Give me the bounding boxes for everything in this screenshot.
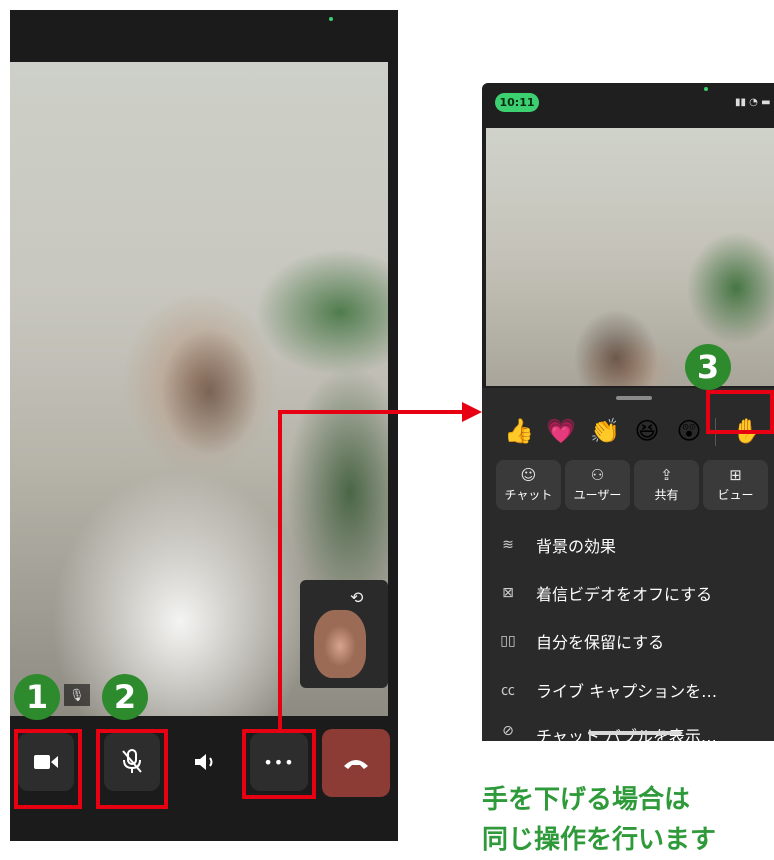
menu-label: 背景の効果	[536, 537, 617, 556]
hang-up-button[interactable]	[322, 729, 390, 797]
highlight-video-button	[14, 729, 82, 809]
step-1-badge: 1	[14, 674, 60, 720]
instruction-line-2: 同じ操作を行います	[482, 825, 717, 855]
connector-arrowhead-icon	[462, 402, 482, 422]
chat-bubble-off-icon: ⊘	[502, 723, 514, 739]
speaker-icon	[195, 754, 213, 770]
highlight-mic-button	[96, 729, 168, 809]
menu-incoming-video-off[interactable]: ⊠ 着信ビデオをオフにする	[494, 576, 774, 610]
step-2-badge: 2	[102, 674, 148, 720]
reaction-applause[interactable]: 👏	[588, 414, 622, 448]
speaker-button[interactable]	[178, 733, 234, 791]
signal-wifi-battery-icon: ▮▮ ◔ ▬	[735, 97, 771, 108]
menu-put-on-hold[interactable]: ▯▯ 自分を保留にする	[494, 624, 774, 658]
users-label: ユーザー	[573, 488, 622, 502]
users-icon: ⚇	[590, 466, 605, 484]
chat-icon: ☺	[520, 466, 537, 484]
users-button[interactable]: ⚇ ユーザー	[565, 460, 630, 510]
share-button[interactable]: ⇪ 共有	[634, 460, 699, 510]
chat-label: チャット	[504, 488, 553, 502]
menu-live-captions[interactable]: ㏄ ライブ キャプションを…	[494, 673, 774, 707]
view-label: ビュー	[717, 488, 754, 502]
menu-background-effects[interactable]: ≋ 背景の効果	[494, 528, 774, 562]
status-time: 10:11	[495, 93, 539, 112]
camera-switch-icon[interactable]: ⟲	[350, 588, 376, 608]
highlight-raise-hand	[706, 390, 774, 434]
connector-horizontal-line	[278, 410, 464, 414]
reaction-laugh[interactable]: 😆	[630, 414, 664, 448]
menu-label: 自分を保留にする	[536, 633, 665, 652]
participant-muted-icon: 🎙	[64, 684, 90, 706]
camera-indicator-dot	[704, 87, 708, 91]
reaction-surprised[interactable]: 😲	[672, 414, 706, 448]
step-3-badge: 3	[685, 344, 731, 390]
video-off-icon: ⊠	[502, 585, 514, 601]
hang-up-phone-icon	[344, 760, 368, 769]
share-icon: ⇪	[660, 466, 673, 484]
background-effects-icon: ≋	[502, 537, 514, 553]
remote-participant-video	[486, 128, 774, 386]
reaction-heart[interactable]: 💗	[544, 414, 578, 448]
hold-icon: ▯▯	[500, 633, 516, 649]
highlight-more-button	[242, 729, 316, 799]
instruction-line-1: 手を下げる場合は	[482, 785, 691, 815]
view-button[interactable]: ⊞ ビュー	[703, 460, 768, 510]
instruction-note: 手を下げる場合は 同じ操作を行います	[482, 780, 716, 860]
home-indicator	[588, 731, 682, 735]
chat-button[interactable]: ☺ チャット	[496, 460, 561, 510]
camera-indicator-dot	[329, 17, 333, 21]
menu-label: 着信ビデオをオフにする	[536, 585, 713, 604]
share-label: 共有	[654, 488, 679, 502]
menu-label: ライブ キャプションを…	[536, 682, 718, 701]
caption-icon: ㏄	[501, 683, 515, 699]
connector-vertical-line	[278, 410, 282, 732]
sheet-drag-handle[interactable]	[616, 396, 652, 400]
view-icon: ⊞	[729, 466, 742, 484]
reaction-like[interactable]: 👍	[502, 414, 536, 448]
self-view-video	[314, 610, 366, 678]
